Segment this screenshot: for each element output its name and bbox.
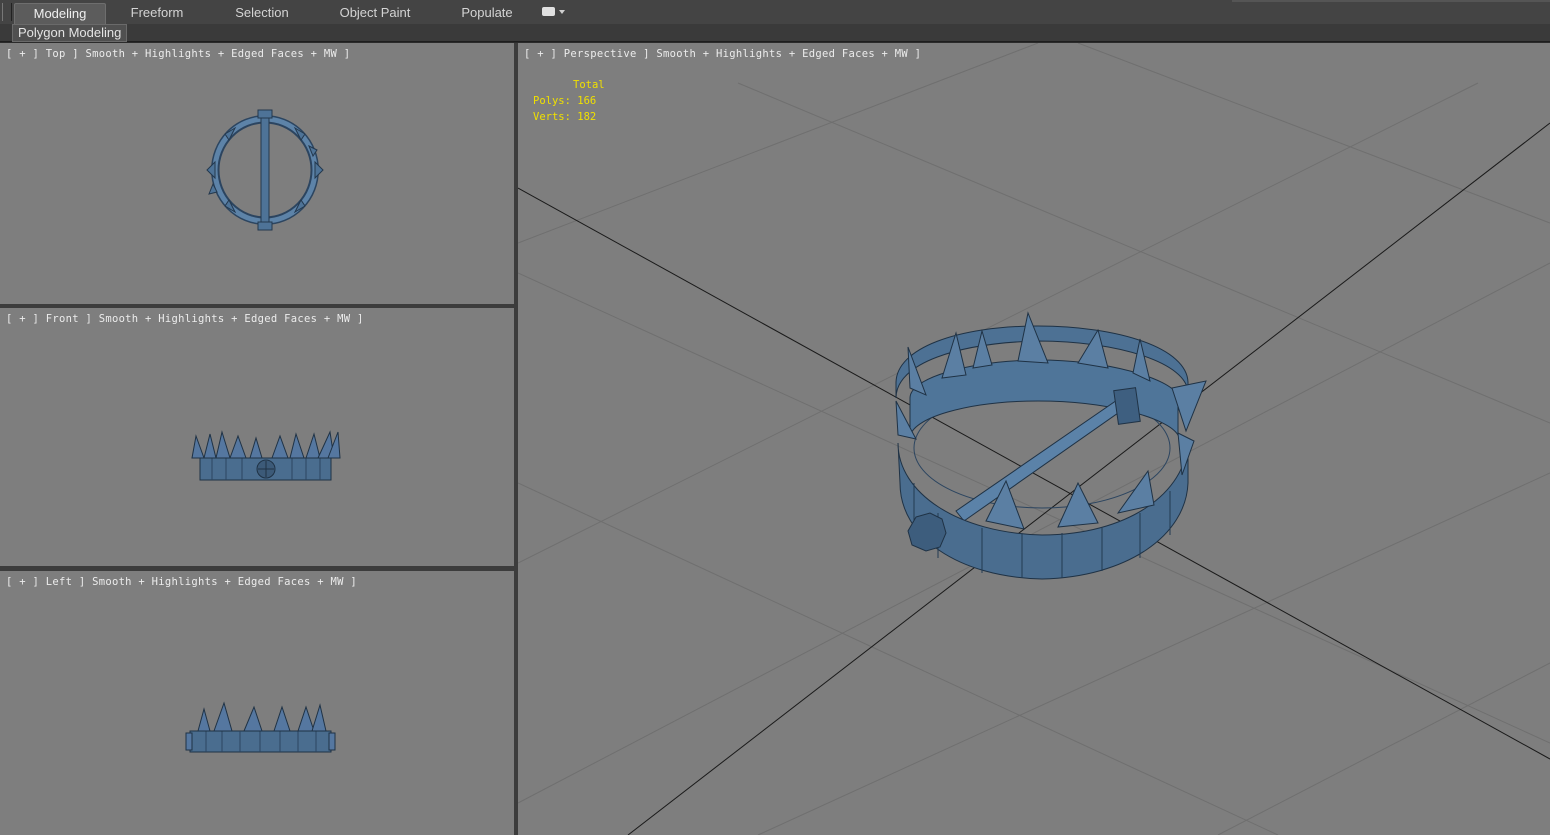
polys-label: Polys: [533,95,571,107]
viewport-front[interactable]: [ + ] Front ] Smooth + Highlights + Edge… [0,308,514,566]
stats-polys: Polys: 166 [533,93,605,109]
viewport-perspective[interactable]: [ + ] Perspective ] Smooth + Highlights … [518,43,1550,835]
viewport-perspective-label[interactable]: [ + ] Perspective ] Smooth + Highlights … [524,48,921,60]
tab-populate[interactable]: Populate [442,3,532,23]
stats-header: Total [573,79,605,91]
verts-value: 182 [577,111,597,123]
world-axes [518,122,1550,835]
ribbon-options-dropdown[interactable] [542,6,565,18]
tab-freeform[interactable]: Freeform [112,3,202,23]
statistics-overlay: Total Polys: 166 Verts: 182 [533,77,605,125]
top-view-model [206,109,324,231]
ribbon-grip-handle[interactable] [2,3,12,21]
tab-selection[interactable]: Selection [216,3,308,23]
viewport-left[interactable]: [ + ] Left ] Smooth + Highlights + Edged… [0,571,514,835]
front-view-model [191,430,341,481]
ribbon-divider [1232,0,1550,2]
tab-modeling[interactable]: Modeling [14,3,106,24]
crown-model [895,311,1207,580]
stats-verts: Verts: 182 [533,109,605,125]
left-view-model [185,701,336,753]
ribbon-panel: Polygon Modeling [0,24,1550,42]
ribbon-tab-bar: Modeling Freeform Selection Object Paint… [0,0,1550,25]
polygon-modeling-panel-button[interactable]: Polygon Modeling [12,24,128,42]
home-grid [518,43,1550,835]
polys-value: 166 [577,95,597,107]
tab-object-paint[interactable]: Object Paint [328,3,422,23]
verts-label: Verts: [533,111,571,123]
dropdown-box-icon [542,7,555,16]
viewport-top[interactable]: [ + ] Top ] Smooth + Highlights + Edged … [0,43,514,304]
perspective-grid-and-model [518,43,1550,835]
chevron-down-icon [559,10,565,14]
